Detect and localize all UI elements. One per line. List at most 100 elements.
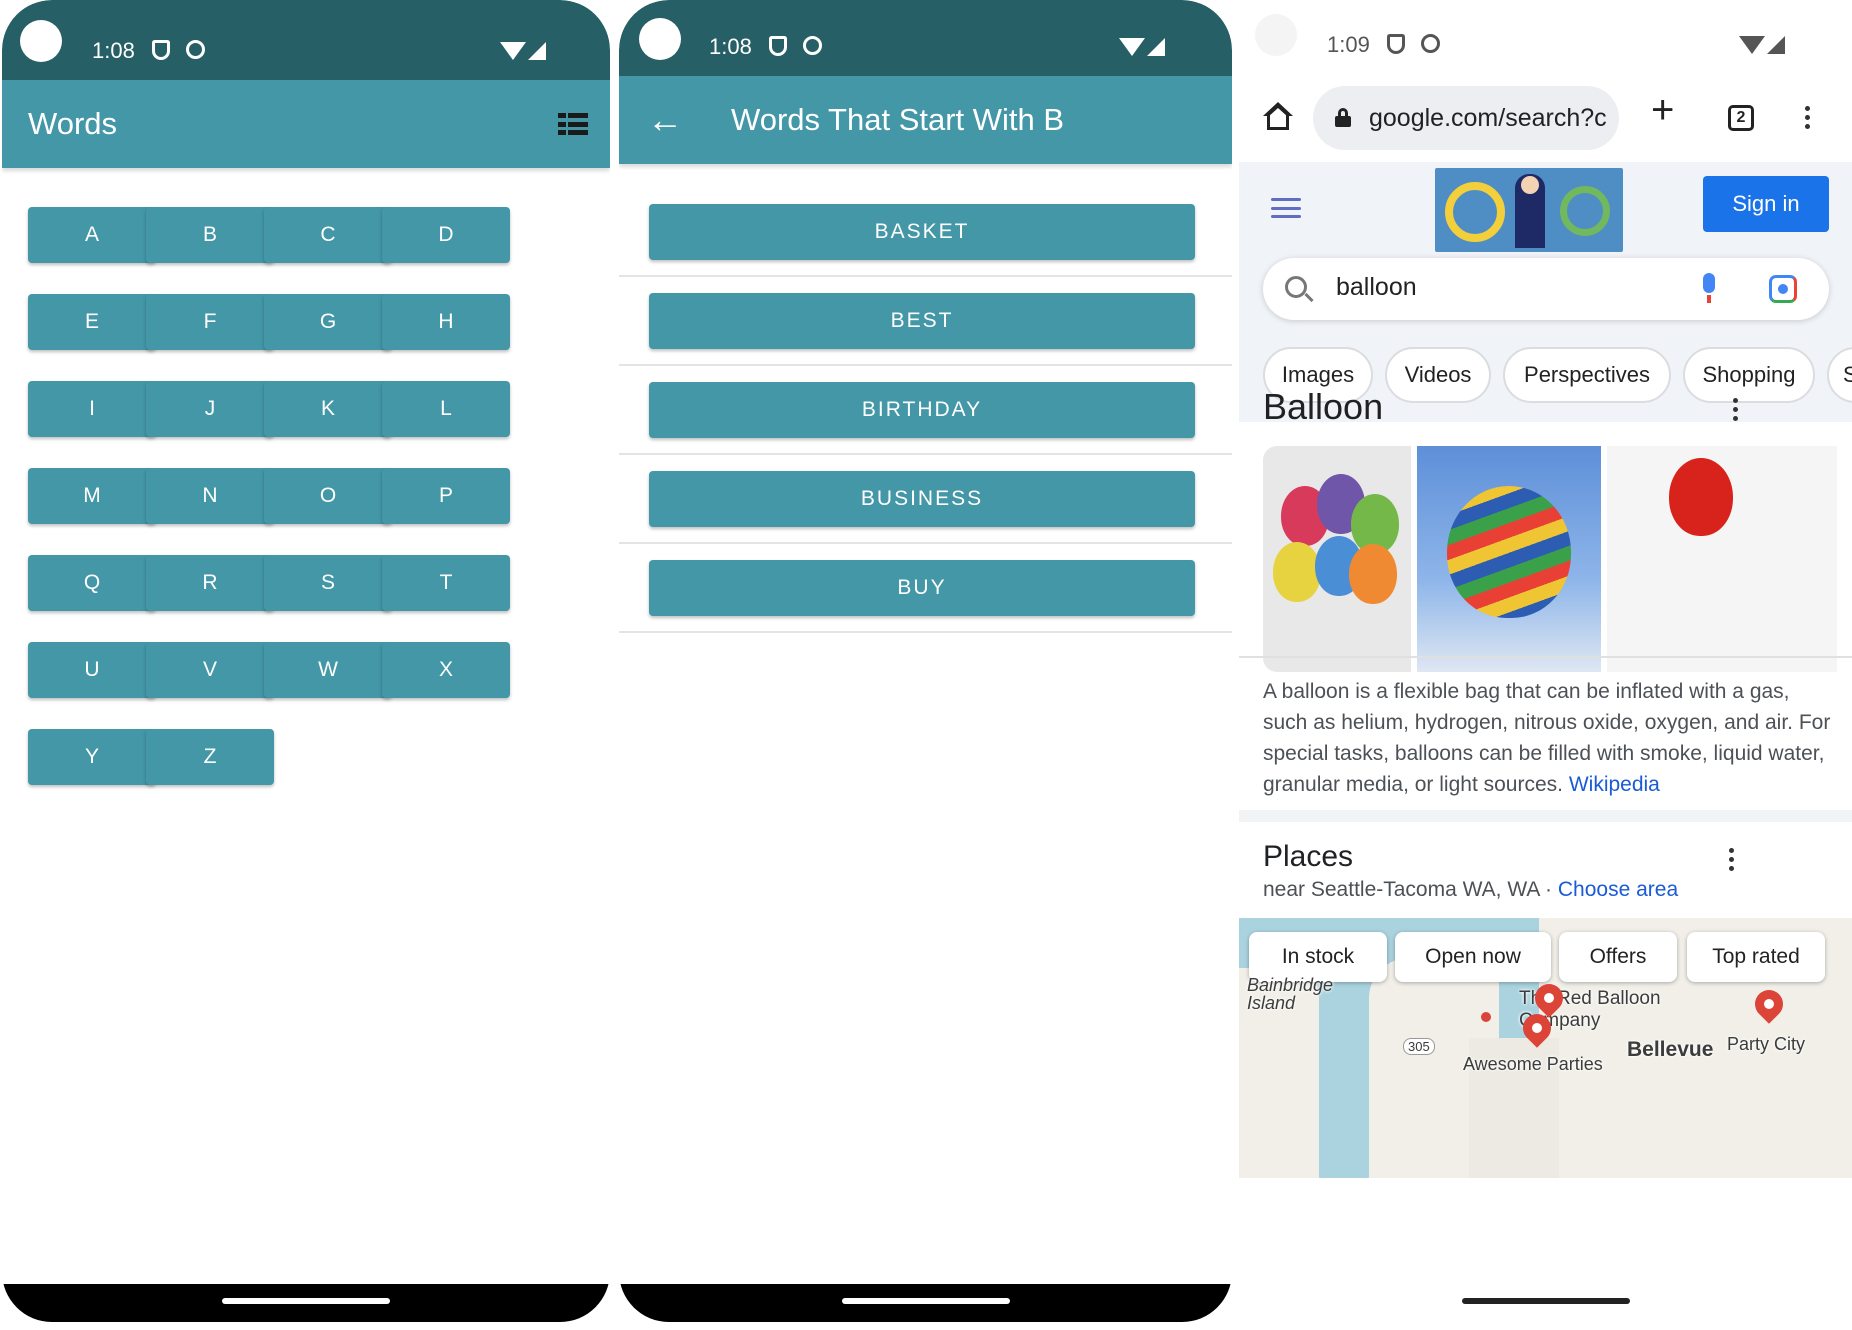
menu-icon[interactable]: [1271, 198, 1301, 218]
chip-s[interactable]: S: [1827, 347, 1852, 403]
page-title: Words: [28, 106, 118, 141]
google-results: Sign in balloon Images Videos Perspectives…: [1239, 162, 1852, 1322]
home-icon[interactable]: [1263, 102, 1293, 132]
hot-air-balloon-image[interactable]: [1417, 446, 1601, 672]
status-bar: 1:08: [2, 0, 610, 80]
choose-area-link[interactable]: Choose area: [1558, 878, 1678, 901]
map-filter-open-now[interactable]: Open now: [1395, 932, 1551, 982]
section-divider: [1239, 810, 1852, 822]
route-shield: 305: [1403, 1038, 1435, 1055]
camera-cutout: [1255, 14, 1297, 56]
letter-button-a[interactable]: A: [28, 207, 156, 263]
list-item: BUSINESS: [619, 455, 1232, 544]
home-handle[interactable]: [222, 1298, 390, 1304]
more-options-icon[interactable]: [1733, 398, 1739, 421]
letter-button-j[interactable]: J: [146, 381, 274, 437]
letter-button-m[interactable]: M: [28, 468, 156, 524]
letter-button-x[interactable]: X: [382, 642, 510, 698]
letter-button-i[interactable]: I: [28, 381, 156, 437]
letter-button-r[interactable]: R: [146, 555, 274, 611]
letter-button-q[interactable]: Q: [28, 555, 156, 611]
browser-menu-icon[interactable]: [1805, 106, 1811, 129]
letter-button-y[interactable]: Y: [28, 729, 156, 785]
microphone-icon[interactable]: [1703, 273, 1715, 303]
app-bar: Words: [2, 80, 610, 168]
word-button-birthday[interactable]: BIRTHDAY: [649, 382, 1195, 438]
letter-button-g[interactable]: G: [264, 294, 392, 350]
places-map[interactable]: In stock Open now Offers Top rated Bainbrid…: [1239, 918, 1852, 1178]
map-filter-offers[interactable]: Offers: [1559, 932, 1677, 982]
letter-button-t[interactable]: T: [382, 555, 510, 611]
map-label-bainbridge: Bainbridge Island: [1247, 975, 1334, 1013]
google-header: Sign in balloon Images Videos Perspectives…: [1239, 162, 1852, 422]
chip-perspectives[interactable]: Perspectives: [1503, 347, 1671, 403]
letter-button-d[interactable]: D: [382, 207, 510, 263]
letter-button-b[interactable]: B: [146, 207, 274, 263]
search-query: balloon: [1336, 273, 1417, 301]
wifi-icon: [500, 42, 526, 60]
letter-button-h[interactable]: H: [382, 294, 510, 350]
signal-icon: [1147, 38, 1165, 56]
address-bar[interactable]: google.com/search?c: [1313, 86, 1619, 150]
wikipedia-link[interactable]: Wikipedia: [1569, 773, 1660, 796]
list-item: BASKET: [619, 188, 1232, 277]
map-label-bellevue: Bellevue: [1627, 1038, 1714, 1061]
letter-button-o[interactable]: O: [264, 468, 392, 524]
words-app-screen: 1:08 Words ABCD EFGH IJKL MNOP QRST UVWX YZ: [2, 0, 610, 1322]
letter-button-w[interactable]: W: [264, 642, 392, 698]
letter-button-e[interactable]: E: [28, 294, 156, 350]
letter-button-u[interactable]: U: [28, 642, 156, 698]
home-handle[interactable]: [841, 1298, 1010, 1304]
letter-button-f[interactable]: F: [146, 294, 274, 350]
letter-button-l[interactable]: L: [382, 381, 510, 437]
knowledge-panel-title: Balloon: [1263, 386, 1384, 427]
shield-icon: [152, 40, 170, 60]
word-button-basket[interactable]: BASKET: [649, 204, 1195, 260]
letter-button-c[interactable]: C: [264, 207, 392, 263]
url-text: google.com/search?c: [1369, 103, 1607, 132]
map-filter-top-rated[interactable]: Top rated: [1687, 932, 1825, 982]
red-balloon-image[interactable]: [1607, 446, 1837, 672]
map-label-party-city[interactable]: Party City: [1727, 1034, 1805, 1055]
chip-videos[interactable]: Videos: [1385, 347, 1491, 403]
status-time: 1:08: [92, 38, 135, 63]
home-handle[interactable]: [1461, 1298, 1630, 1304]
places-title: Places: [1263, 840, 1354, 873]
notification-icon: [1421, 34, 1440, 53]
letter-button-n[interactable]: N: [146, 468, 274, 524]
new-tab-icon[interactable]: +: [1651, 88, 1674, 133]
camera-cutout: [639, 18, 681, 60]
sign-in-button[interactable]: Sign in: [1703, 176, 1829, 232]
tab-switcher-button[interactable]: 2: [1728, 105, 1754, 131]
word-list-screen: 1:08 ← Words That Start With B BASKET BES…: [619, 0, 1232, 1322]
letter-button-z[interactable]: Z: [146, 729, 274, 785]
letter-button-p[interactable]: P: [382, 468, 510, 524]
google-doodle[interactable]: [1435, 168, 1623, 252]
word-button-business[interactable]: BUSINESS: [649, 471, 1195, 527]
status-bar: 1:09: [1239, 0, 1852, 80]
back-arrow-icon[interactable]: ←: [647, 99, 683, 141]
chrome-google-screen: 1:09 google.com/search?c + 2 Sign in bal…: [1239, 0, 1852, 1322]
word-button-best[interactable]: BEST: [649, 293, 1195, 349]
letter-button-k[interactable]: K: [264, 381, 392, 437]
shield-icon: [1387, 34, 1405, 54]
letter-button-s[interactable]: S: [264, 555, 392, 611]
word-button-buy[interactable]: BUY: [649, 560, 1195, 616]
search-input[interactable]: balloon: [1263, 258, 1829, 320]
list-layout-icon[interactable]: [558, 113, 588, 135]
list-item: BUY: [619, 544, 1232, 633]
chip-shopping[interactable]: Shopping: [1683, 347, 1815, 403]
app-bar: ← Words That Start With B: [619, 76, 1232, 164]
status-time: 1:09: [1327, 32, 1370, 57]
notification-icon: [186, 40, 205, 59]
notification-icon: [803, 36, 822, 55]
letter-button-v[interactable]: V: [146, 642, 274, 698]
balloon-bunch-image[interactable]: [1263, 446, 1411, 672]
wifi-icon: [1119, 38, 1145, 56]
google-lens-icon[interactable]: [1769, 275, 1797, 303]
list-item: BEST: [619, 277, 1232, 366]
map-label-awesome-parties[interactable]: Awesome Parties: [1463, 1054, 1603, 1075]
places-more-icon[interactable]: [1729, 848, 1735, 871]
shield-icon: [769, 36, 787, 56]
list-item: BIRTHDAY: [619, 366, 1232, 455]
